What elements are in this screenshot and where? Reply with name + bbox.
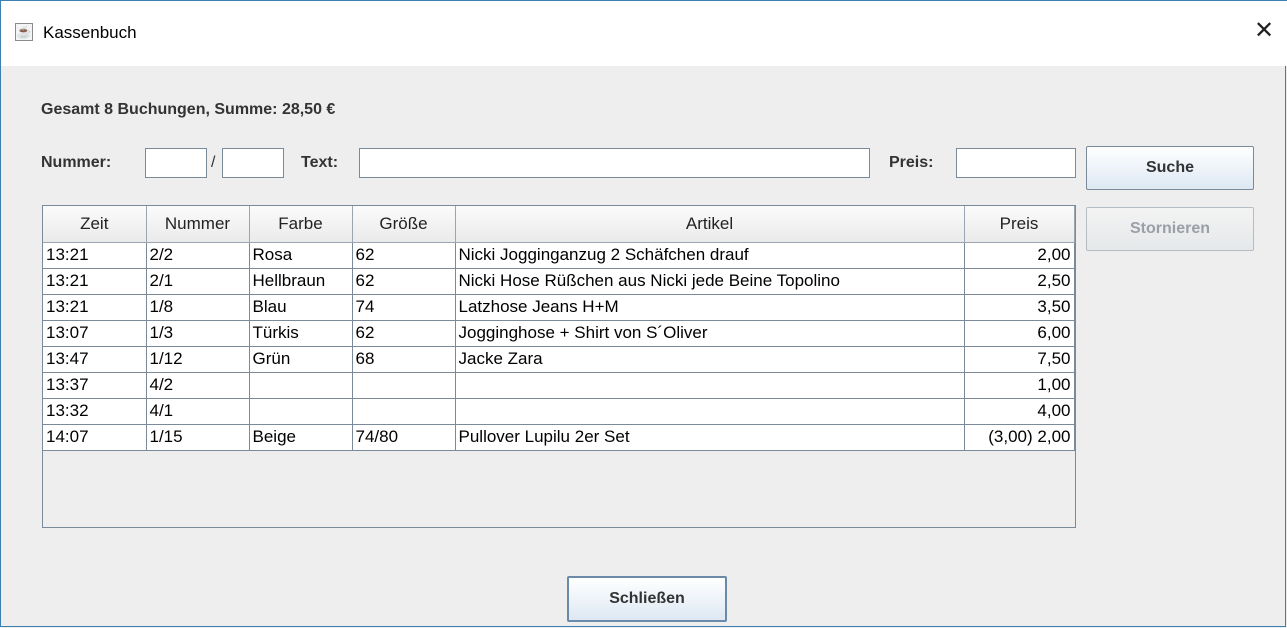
cell-zeit: 13:32 — [43, 398, 147, 425]
cell-nummer: 1/3 — [146, 320, 250, 347]
cell-preis: 7,50 — [964, 346, 1075, 373]
buchungen-table[interactable]: Zeit Nummer Farbe Größe Artikel Preis 13… — [42, 205, 1076, 528]
kassenbuch-window: ☕ Kassenbuch ✕ Gesamt 8 Buchungen, Summe… — [0, 0, 1287, 627]
cell-farbe: Hellbraun — [249, 268, 353, 295]
summary-label: Gesamt 8 Buchungen, Summe: 28,50 € — [41, 101, 336, 118]
cell-artikel: Nicki Hose Rüßchen aus Nicki jede Beine … — [455, 268, 965, 295]
cell-groesse: 74/80 — [352, 424, 456, 451]
cell-preis: (3,00) 2,00 — [964, 424, 1075, 451]
cell-groesse: 62 — [352, 242, 456, 269]
cell-zeit: 13:47 — [43, 346, 147, 373]
cell-farbe — [249, 372, 353, 399]
nummer-label: Nummer: — [41, 154, 112, 171]
nummer-separator: / — [211, 154, 216, 171]
schliessen-button[interactable]: Schließen — [567, 576, 727, 622]
column-header-preis[interactable]: Preis — [964, 206, 1075, 243]
cell-farbe: Rosa — [249, 242, 353, 269]
cell-artikel: Nicki Jogginganzug 2 Schäfchen drauf — [455, 242, 965, 269]
cell-zeit: 13:21 — [43, 242, 147, 269]
cell-farbe: Türkis — [249, 320, 353, 347]
cell-preis: 4,00 — [964, 398, 1075, 425]
cell-artikel: Pullover Lupilu 2er Set — [455, 424, 965, 451]
cell-nummer: 2/1 — [146, 268, 250, 295]
title-bar: ☕ Kassenbuch ✕ — [1, 0, 1287, 66]
table-row[interactable]: 13:47 1/12 Grün 68 Jacke Zara 7,50 — [43, 346, 1075, 373]
cell-nummer: 4/1 — [146, 398, 250, 425]
window-title: Kassenbuch — [43, 23, 137, 42]
cell-nummer: 1/12 — [146, 346, 250, 373]
cell-artikel — [455, 372, 965, 399]
cell-preis: 6,00 — [964, 320, 1075, 347]
cell-groesse — [352, 398, 456, 425]
cell-farbe: Beige — [249, 424, 353, 451]
close-button[interactable]: ✕ — [1241, 7, 1287, 53]
cell-preis: 2,00 — [964, 242, 1075, 269]
cell-zeit: 13:07 — [43, 320, 147, 347]
cell-artikel: Jogginghose + Shirt von S´Oliver — [455, 320, 965, 347]
cell-artikel: Latzhose Jeans H+M — [455, 294, 965, 321]
cell-groesse — [352, 372, 456, 399]
cell-groesse: 68 — [352, 346, 456, 373]
table-row[interactable]: 13:21 2/1 Hellbraun 62 Nicki Hose Rüßche… — [43, 268, 1075, 295]
table-row[interactable]: 13:21 2/2 Rosa 62 Nicki Jogginganzug 2 S… — [43, 242, 1075, 269]
cell-preis: 1,00 — [964, 372, 1075, 399]
cell-nummer: 2/2 — [146, 242, 250, 269]
cell-groesse: 74 — [352, 294, 456, 321]
cell-nummer: 1/15 — [146, 424, 250, 451]
table-row[interactable]: 14:07 1/15 Beige 74/80 Pullover Lupilu 2… — [43, 424, 1075, 451]
cell-groesse: 62 — [352, 320, 456, 347]
nummer-field-b[interactable] — [222, 148, 284, 178]
table-row[interactable]: 13:37 4/2 1,00 — [43, 372, 1075, 399]
preis-label: Preis: — [889, 154, 934, 171]
table-row[interactable]: 13:32 4/1 4,00 — [43, 398, 1075, 425]
cell-zeit: 13:37 — [43, 372, 147, 399]
cell-artikel: Jacke Zara — [455, 346, 965, 373]
nummer-field-a[interactable] — [145, 148, 207, 178]
table-row[interactable]: 13:07 1/3 Türkis 62 Jogginghose + Shirt … — [43, 320, 1075, 347]
cell-farbe — [249, 398, 353, 425]
cell-preis: 2,50 — [964, 268, 1075, 295]
java-icon: ☕ — [15, 23, 33, 41]
column-header-farbe[interactable]: Farbe — [249, 206, 353, 243]
cell-farbe: Grün — [249, 346, 353, 373]
table-row[interactable]: 13:21 1/8 Blau 74 Latzhose Jeans H+M 3,5… — [43, 294, 1075, 321]
column-header-zeit[interactable]: Zeit — [43, 206, 147, 243]
cell-zeit: 14:07 — [43, 424, 147, 451]
column-header-groesse[interactable]: Größe — [352, 206, 456, 243]
column-header-nummer[interactable]: Nummer — [146, 206, 250, 243]
cell-farbe: Blau — [249, 294, 353, 321]
table-header-row: Zeit Nummer Farbe Größe Artikel Preis — [43, 206, 1075, 243]
stornieren-button[interactable]: Stornieren — [1086, 207, 1254, 251]
cell-zeit: 13:21 — [43, 294, 147, 321]
cell-zeit: 13:21 — [43, 268, 147, 295]
text-label: Text: — [301, 154, 339, 171]
cell-groesse: 62 — [352, 268, 456, 295]
cell-nummer: 4/2 — [146, 372, 250, 399]
suche-button[interactable]: Suche — [1086, 146, 1254, 190]
cell-artikel — [455, 398, 965, 425]
column-header-artikel[interactable]: Artikel — [455, 206, 965, 243]
preis-field[interactable] — [956, 148, 1076, 178]
text-field[interactable] — [359, 148, 870, 178]
cell-nummer: 1/8 — [146, 294, 250, 321]
cell-preis: 3,50 — [964, 294, 1075, 321]
